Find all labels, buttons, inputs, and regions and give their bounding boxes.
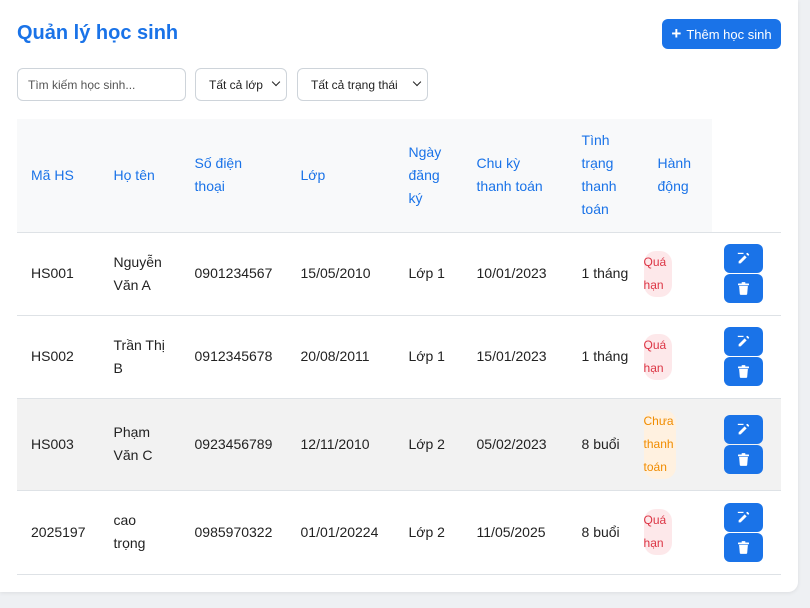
- trash-icon: [737, 540, 749, 554]
- cell-id: 2025197: [17, 490, 100, 575]
- status-filter-select[interactable]: Tất cả trạng thái: [297, 68, 428, 101]
- edit-icon: [737, 252, 749, 264]
- cell-id: HS001: [17, 232, 100, 316]
- chevron-down-icon: [271, 77, 281, 87]
- class-filter-select[interactable]: Tất cả lớp: [195, 68, 287, 101]
- cell-name: cao trọng: [99, 490, 181, 575]
- cell-registered: 15/01/2023: [462, 315, 568, 399]
- table-row: HS002 Trần Thị B 0912345678 20/08/2011 L…: [17, 315, 781, 399]
- page-title: Quản lý học sinh: [17, 22, 179, 44]
- cell-cycle: 8 buổi: [567, 398, 644, 491]
- edit-button[interactable]: [723, 414, 763, 444]
- cell-actions: [711, 398, 781, 491]
- edit-icon: [737, 423, 749, 434]
- cell-id: HS003: [17, 398, 100, 491]
- chevron-down-icon: [412, 77, 422, 87]
- status-badge: Quá hạn: [643, 509, 672, 555]
- edit-button[interactable]: [723, 244, 763, 273]
- cell-actions: [711, 232, 781, 316]
- header-cycle: Chu kỳ thanh toán: [462, 119, 568, 233]
- delete-button[interactable]: [723, 357, 763, 386]
- cell-class: Lớp 1: [394, 315, 463, 399]
- plus-icon: +: [671, 23, 682, 43]
- cell-status: Chưa thanh toán: [643, 398, 712, 491]
- table-row: 2025197 cao trọng 0985970322 01/01/20224…: [17, 490, 781, 575]
- cell-dob: 12/11/2010: [286, 398, 395, 491]
- cell-actions: [711, 315, 781, 399]
- cell-registered: 05/02/2023: [462, 398, 568, 491]
- cell-dob: 20/08/2011: [286, 315, 395, 399]
- cell-class: Lớp 2: [394, 398, 463, 491]
- cell-registered: 11/05/2025: [462, 490, 568, 575]
- cell-id: HS002: [17, 315, 100, 399]
- add-student-button-label: Thêm học sinh: [686, 26, 772, 42]
- edit-icon: [737, 335, 749, 347]
- delete-button[interactable]: [723, 444, 763, 474]
- add-student-button[interactable]: + Thêm học sinh: [662, 19, 781, 49]
- cell-phone: 0901234567: [180, 232, 287, 316]
- edit-icon: [737, 511, 749, 522]
- edit-button[interactable]: [723, 327, 763, 356]
- cell-dob: 15/05/2010: [286, 232, 395, 316]
- status-filter-value: Tất cả trạng thái: [311, 77, 398, 92]
- delete-button[interactable]: [723, 532, 763, 562]
- cell-status: Quá hạn: [643, 490, 712, 575]
- table-row: HS001 Nguyễn Văn A 0901234567 15/05/2010…: [17, 232, 781, 316]
- trash-icon: [737, 282, 749, 295]
- status-badge: Quá hạn: [643, 250, 672, 297]
- students-table: Mã HS Họ tên Số điện thoại Lớp Ngày đăng…: [17, 119, 781, 575]
- cell-name: Nguyễn Văn A: [99, 232, 181, 316]
- edit-button[interactable]: [723, 502, 763, 532]
- cell-status: Quá hạn: [643, 315, 712, 399]
- trash-icon: [737, 365, 749, 378]
- status-badge: Chưa thanh toán: [643, 409, 676, 479]
- student-management-card: Quản lý học sinh + Thêm học sinh Tất cả …: [0, 0, 798, 592]
- cell-cycle: 1 tháng: [567, 315, 644, 399]
- table-row: HS003 Phạm Văn C 0923456789 12/11/2010 L…: [17, 398, 781, 491]
- trash-icon: [737, 452, 749, 466]
- cell-status: Quá hạn: [643, 232, 712, 316]
- header-name: Họ tên: [99, 119, 181, 233]
- cell-phone: 0985970322: [180, 490, 287, 575]
- cell-cycle: 1 tháng: [567, 232, 644, 316]
- cell-registered: 10/01/2023: [462, 232, 568, 316]
- cell-name: Trần Thị B: [99, 315, 181, 399]
- cell-class: Lớp 1: [394, 232, 463, 316]
- table-header: Mã HS Họ tên Số điện thoại Lớp Ngày đăng…: [17, 119, 781, 233]
- class-filter-value: Tất cả lớp: [209, 77, 263, 92]
- cell-cycle: 8 buổi: [567, 490, 644, 575]
- cell-phone: 0923456789: [180, 398, 287, 491]
- header-spacer: [711, 119, 781, 233]
- cell-dob: 01/01/20224: [286, 490, 395, 575]
- cell-class: Lớp 2: [394, 490, 463, 575]
- cell-name: Phạm Văn C: [99, 398, 181, 491]
- header-phone: Số điện thoại: [180, 119, 287, 233]
- delete-button[interactable]: [723, 274, 763, 303]
- search-input[interactable]: [17, 68, 186, 101]
- status-badge: Quá hạn: [643, 333, 672, 380]
- header-payment-status: Tình trạng thanh toán: [567, 119, 644, 233]
- header-class: Lớp: [286, 119, 395, 233]
- cell-actions: [711, 490, 781, 575]
- header-id: Mã HS: [17, 119, 100, 233]
- cell-phone: 0912345678: [180, 315, 287, 399]
- header-registered: Ngày đăng ký: [394, 119, 463, 233]
- header-action: Hành động: [643, 119, 712, 233]
